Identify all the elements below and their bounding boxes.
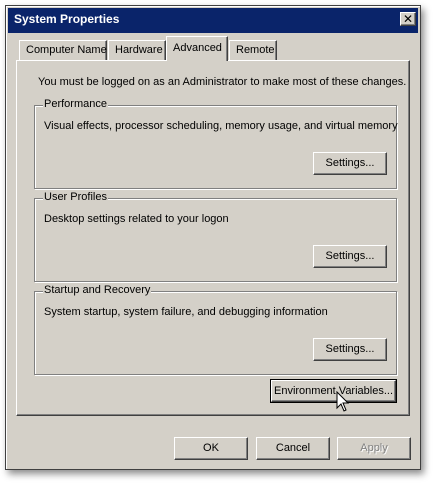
- startup-recovery-group: Startup and Recovery System startup, sys…: [34, 284, 397, 375]
- tab-advanced[interactable]: Advanced: [166, 36, 228, 61]
- cancel-button[interactable]: Cancel: [256, 437, 330, 460]
- advanced-tab-panel: You must be logged on as an Administrato…: [16, 60, 410, 416]
- window-title: System Properties: [14, 12, 120, 26]
- user-profiles-group: User Profiles Desktop settings related t…: [34, 191, 397, 282]
- startup-recovery-settings-button[interactable]: Settings...: [313, 338, 387, 361]
- admin-note: You must be logged on as an Administrato…: [38, 76, 407, 88]
- close-icon: ✕: [402, 12, 414, 26]
- user-profiles-settings-button[interactable]: Settings...: [313, 245, 387, 268]
- tab-computer-name[interactable]: Computer Name: [19, 40, 107, 60]
- title-bar[interactable]: System Properties ✕: [8, 8, 418, 33]
- startup-recovery-title: Startup and Recovery: [43, 284, 152, 296]
- user-profiles-title: User Profiles: [43, 191, 108, 203]
- tab-hardware[interactable]: Hardware: [108, 40, 166, 60]
- environment-variables-button[interactable]: Environment Variables...: [270, 379, 397, 403]
- close-button[interactable]: ✕: [400, 12, 416, 26]
- performance-title: Performance: [43, 98, 108, 110]
- performance-settings-button[interactable]: Settings...: [313, 152, 387, 175]
- apply-button[interactable]: Apply: [337, 437, 411, 460]
- performance-group: Performance Visual effects, processor sc…: [34, 98, 398, 189]
- tab-remote[interactable]: Remote: [229, 40, 277, 60]
- mouse-pointer-icon: [336, 391, 350, 412]
- tab-label: Advanced: [173, 42, 222, 54]
- startup-recovery-description: System startup, system failure, and debu…: [44, 306, 328, 318]
- ok-button[interactable]: OK: [174, 437, 248, 460]
- tab-label: Remote: [236, 44, 275, 56]
- user-profiles-description: Desktop settings related to your logon: [44, 213, 229, 225]
- tab-label: Computer Name: [26, 44, 107, 56]
- tab-label: Hardware: [115, 44, 163, 56]
- performance-description: Visual effects, processor scheduling, me…: [44, 120, 398, 132]
